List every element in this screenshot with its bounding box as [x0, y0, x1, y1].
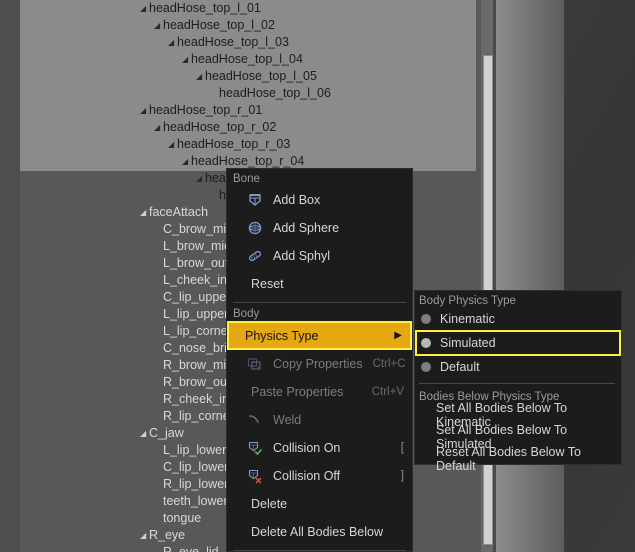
tree-row-label: faceAttach: [149, 205, 209, 219]
menu-item-label: Delete: [251, 497, 288, 511]
tree-row[interactable]: ◢ headHose_top_l_02: [0, 17, 476, 34]
menu-item-label: Copy Properties: [273, 357, 363, 371]
expand-arrow-icon[interactable]: ◢: [140, 0, 149, 17]
tree-row[interactable]: ◢ headHose_top_r_01: [0, 102, 476, 119]
tree-row-label: R_lip_corner: [163, 409, 234, 423]
menu-item-label: Add Box: [273, 193, 321, 207]
tree-row-label: headHose_top_l_02: [163, 18, 275, 32]
tree-row-label: headHose_top_r_02: [163, 120, 277, 134]
menu-item-collision-off[interactable]: Collision Off]: [227, 462, 412, 490]
menu-item-label: Collision Off: [273, 469, 341, 483]
menu-item-collision-on[interactable]: Collision On [: [227, 434, 412, 462]
tree-row-label: L_brow_mid: [163, 239, 232, 253]
physics-asset-editor-window: ◢ headHose_top_l_01 ◢ headHose_top_l_02 ◢ hea…: [0, 0, 635, 552]
collision-on-icon: [245, 439, 265, 457]
menu-item-delete-all-bodies-below[interactable]: Delete All Bodies Below: [227, 518, 412, 546]
radio-indicator-icon: [421, 362, 431, 372]
tree-row-label: tongue: [163, 511, 202, 525]
menu-item-add-sphere[interactable]: Add Sphere: [227, 214, 412, 242]
tree-row[interactable]: ◢ headHose_top_r_03: [0, 136, 476, 153]
expand-arrow-icon[interactable]: ◢: [168, 136, 177, 153]
expand-arrow-icon[interactable]: ◢: [140, 527, 149, 544]
submenu-item-label: Reset All Bodies Below To Default: [436, 445, 581, 473]
tree-row[interactable]: ◢ headHose_top_l_05: [0, 68, 476, 85]
submenu-item-kinematic[interactable]: Kinematic: [415, 308, 621, 330]
submenu-separator: [419, 383, 615, 384]
submenu-item-label: Kinematic: [440, 312, 495, 326]
expand-arrow-icon[interactable]: ◢: [154, 119, 163, 136]
weld-icon: [245, 411, 265, 429]
collision-off-icon: [245, 467, 265, 485]
tree-row[interactable]: ◢ headHose_top_l_01: [0, 0, 476, 17]
tree-row-label: headHose_top_l_03: [177, 35, 289, 49]
expand-arrow-icon[interactable]: ◢: [196, 68, 205, 85]
submenu-item-reset-all-bodies-below-to-default[interactable]: Reset All Bodies Below To Default: [415, 445, 621, 473]
expand-arrow-icon[interactable]: ◢: [154, 17, 163, 34]
tree-row-label: C_jaw: [149, 426, 184, 440]
expand-arrow-icon[interactable]: ◢: [182, 153, 191, 170]
expand-arrow-icon[interactable]: ◢: [140, 204, 149, 221]
menu-item-shortcut: ]: [400, 470, 404, 482]
menu-item-label: Collision On: [273, 441, 341, 455]
expand-arrow-icon[interactable]: ◢: [168, 34, 177, 51]
chevron-right-icon: ▶: [394, 330, 402, 341]
menu-item-add-box[interactable]: Add Box: [227, 186, 412, 214]
menu-item-label: Paste Properties: [251, 385, 344, 399]
menu-item-copy-properties: Copy Properties Ctrl+C: [227, 350, 412, 378]
tree-row-label: headHose_top_l_06: [219, 86, 331, 100]
expand-arrow-icon[interactable]: ◢: [140, 425, 149, 442]
menu-item-label: Physics Type: [245, 328, 319, 343]
radio-indicator-icon: [421, 338, 431, 348]
tree-row-label: headHose_top_l_05: [205, 69, 317, 83]
menu-separator: [233, 550, 406, 551]
menu-item-shortcut: Ctrl+V: [371, 386, 404, 398]
tree-row-label: R_eye: [149, 528, 186, 542]
menu-section-header: Bone: [233, 173, 260, 185]
submenu-item-label: Default: [440, 360, 480, 374]
menu-item-shortcut: [: [400, 442, 404, 454]
tree-row-label: teeth_lower: [163, 494, 228, 508]
expand-arrow-icon[interactable]: ◢: [196, 170, 205, 187]
physics-type-submenu[interactable]: Body Physics Type Kinematic Simulated Defau…: [414, 290, 622, 473]
menu-item-paste-properties: Paste Properties Ctrl+V: [227, 378, 412, 406]
radio-indicator-icon: [421, 314, 431, 324]
menu-item-label: Add Sphere: [273, 221, 340, 235]
submenu-section-header: Body Physics Type: [419, 295, 516, 307]
submenu-item-default[interactable]: Default: [415, 356, 621, 378]
menu-item-delete[interactable]: Delete: [227, 490, 412, 518]
expand-arrow-icon[interactable]: ◢: [182, 51, 191, 68]
tree-row-label: C_brow_mid: [163, 222, 234, 236]
menu-item-label: Add Sphyl: [273, 249, 330, 263]
submenu-item-label: Simulated: [440, 336, 496, 350]
tree-row[interactable]: ◢ headHose_top_l_04: [0, 51, 476, 68]
sphyl-icon: [245, 247, 265, 265]
tree-row-label: headHose_top_r_03: [177, 137, 291, 151]
tree-row-label: headHose_top_r_01: [149, 103, 263, 117]
tree-row-label: headHose_top_l_04: [191, 52, 303, 66]
expand-arrow-icon[interactable]: ◢: [140, 102, 149, 119]
menu-item-label: Delete All Bodies Below: [251, 525, 384, 539]
menu-section-header: Body: [233, 308, 260, 320]
menu-item-shortcut: Ctrl+C: [372, 358, 406, 370]
menu-item-weld: Weld: [227, 406, 412, 434]
submenu-item-simulated[interactable]: Simulated: [415, 330, 621, 356]
sphere-icon: [245, 219, 265, 237]
box-icon: [245, 191, 265, 209]
menu-separator: [233, 302, 406, 303]
tree-row-label: R_brow_mid: [163, 358, 234, 372]
tree-row-label: headHose_top_l_01: [149, 1, 261, 15]
menu-item-physics-type[interactable]: Physics Type ▶: [227, 321, 412, 350]
copy-icon: [245, 355, 265, 373]
menu-item-add-sphyl[interactable]: Add Sphyl: [227, 242, 412, 270]
tree-row[interactable]: ◢headHose_top_l_06: [0, 85, 476, 102]
menu-item-label: Weld: [273, 413, 302, 427]
tree-row[interactable]: ◢ headHose_top_r_02: [0, 119, 476, 136]
context-menu[interactable]: Bone Add Box Add Sphere Add Sphyl Reset Body P…: [226, 168, 413, 552]
menu-item-reset[interactable]: Reset: [227, 270, 412, 298]
menu-item-label: Reset: [251, 277, 284, 291]
tree-row-label: L_lip_corner: [163, 324, 232, 338]
tree-row[interactable]: ◢ headHose_top_l_03: [0, 34, 476, 51]
